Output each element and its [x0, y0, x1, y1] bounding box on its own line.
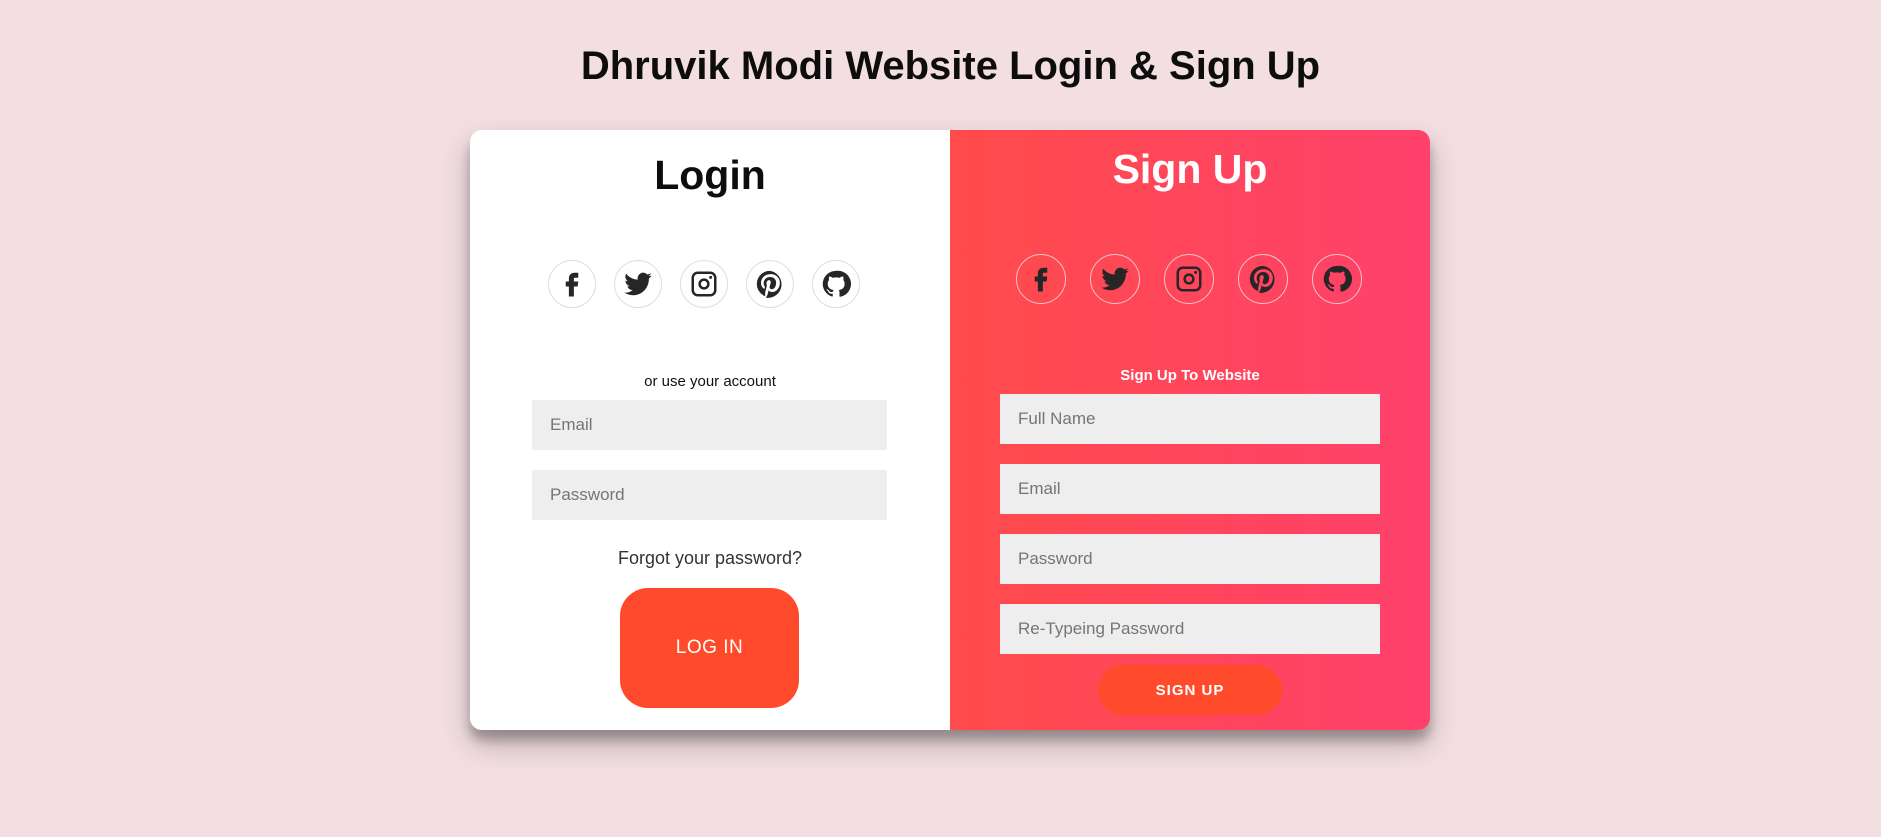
facebook-icon[interactable]: [548, 260, 596, 308]
twitter-icon[interactable]: [614, 260, 662, 308]
login-panel: Login or use your account Forgot your pa…: [470, 130, 950, 730]
github-icon[interactable]: [1312, 254, 1362, 304]
signup-social-links: [1016, 254, 1362, 304]
login-email-input[interactable]: [532, 400, 887, 450]
signup-title: Sign Up: [1112, 146, 1268, 192]
signup-fullname-input[interactable]: [1000, 394, 1380, 444]
instagram-icon[interactable]: [1164, 254, 1214, 304]
page-title: Dhruvik Modi Website Login & Sign Up: [580, 44, 1321, 88]
signup-email-input[interactable]: [1000, 464, 1380, 514]
forgot-password-link[interactable]: Forgot your password?: [470, 548, 950, 569]
signup-password-input[interactable]: [1000, 534, 1380, 584]
signup-hint: Sign Up To Website: [1120, 367, 1260, 384]
login-hint: or use your account: [644, 373, 776, 390]
login-social-links: [548, 260, 860, 308]
instagram-icon[interactable]: [680, 260, 728, 308]
login-password-input[interactable]: [532, 470, 887, 520]
pinterest-icon[interactable]: [746, 260, 794, 308]
signup-panel: Sign Up Sign Up To Website SIGN UP: [950, 130, 1430, 730]
login-title: Login: [654, 152, 766, 198]
auth-card: Login or use your account Forgot your pa…: [470, 130, 1430, 730]
login-button[interactable]: LOG IN: [620, 588, 799, 708]
signup-retype-password-input[interactable]: [1000, 604, 1380, 654]
twitter-icon[interactable]: [1090, 254, 1140, 304]
signup-button[interactable]: SIGN UP: [1098, 665, 1282, 715]
pinterest-icon[interactable]: [1238, 254, 1288, 304]
facebook-icon[interactable]: [1016, 254, 1066, 304]
github-icon[interactable]: [812, 260, 860, 308]
